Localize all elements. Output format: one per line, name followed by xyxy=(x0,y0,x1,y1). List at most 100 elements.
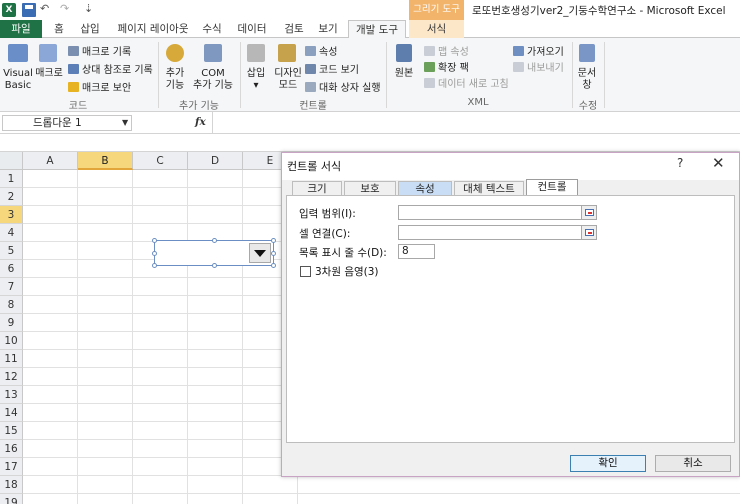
tab-properties[interactable]: 속성 xyxy=(398,181,452,195)
column-header[interactable]: C xyxy=(133,152,188,170)
row-header[interactable]: 18 xyxy=(0,476,23,494)
resize-handle[interactable] xyxy=(271,251,276,256)
resize-handle[interactable] xyxy=(212,238,217,243)
refresh-data-button[interactable]: 데이터 새로 고침 xyxy=(424,75,509,90)
row-header[interactable]: 16 xyxy=(0,440,23,458)
cell-link-field[interactable] xyxy=(398,225,582,240)
ok-button[interactable]: 확인 xyxy=(570,455,646,472)
resize-handle[interactable] xyxy=(152,238,157,243)
xml-export-button[interactable]: 내보내기 xyxy=(513,59,564,74)
document-panel-label-line2: 창 xyxy=(582,80,592,91)
row-header[interactable]: 19 xyxy=(0,494,23,504)
input-range-field[interactable] xyxy=(398,205,582,220)
redo-icon[interactable]: ↷ xyxy=(60,2,69,15)
name-box-dropdown-icon[interactable]: ▼ xyxy=(122,118,128,127)
ribbon-tab-row: 파일 홈 삽입 페이지 레이아웃 수식 데이터 검토 보기 개발 도구 서식 xyxy=(0,20,740,39)
insert-control-button[interactable]: 삽입 ▾ xyxy=(243,68,269,92)
column-header[interactable]: D xyxy=(188,152,243,170)
map-properties-button[interactable]: 맵 속성 xyxy=(424,43,469,58)
row-header[interactable]: 14 xyxy=(0,404,23,422)
help-icon[interactable]: ? xyxy=(677,156,683,170)
row-header[interactable]: 1 xyxy=(0,170,23,188)
cell-link-collapse-icon[interactable] xyxy=(581,225,597,240)
resize-handle[interactable] xyxy=(271,263,276,268)
row-header[interactable]: 8 xyxy=(0,296,23,314)
row-header[interactable]: 13 xyxy=(0,386,23,404)
properties-button[interactable]: 속성 xyxy=(305,43,337,58)
visual-basic-button[interactable]: Visual Basic xyxy=(2,68,34,92)
relative-reference-button[interactable]: 상대 참조로 기록 xyxy=(68,61,153,76)
tab-review[interactable]: 검토 xyxy=(280,20,308,38)
row-header[interactable]: 12 xyxy=(0,368,23,386)
document-panel-icon xyxy=(579,44,595,62)
properties-icon xyxy=(305,46,316,56)
save-icon[interactable] xyxy=(22,3,36,17)
tab-size[interactable]: 크기 xyxy=(292,181,342,195)
cancel-button[interactable]: 취소 xyxy=(655,455,731,472)
tab-insert[interactable]: 삽입 xyxy=(76,20,104,38)
tab-home[interactable]: 홈 xyxy=(48,20,70,38)
tab-protection[interactable]: 보호 xyxy=(344,181,396,195)
undo-icon[interactable]: ↶ xyxy=(40,2,49,15)
customize-quick-access-icon[interactable]: ⇣ xyxy=(84,2,93,15)
macros-button[interactable]: 매크로 xyxy=(34,68,64,80)
tab-control[interactable]: 컨트롤 xyxy=(526,179,578,195)
com-addins-label-line2: 추가 기능 xyxy=(193,80,233,91)
macro-icon xyxy=(39,44,57,62)
view-code-button[interactable]: 코드 보기 xyxy=(305,61,359,76)
row-header[interactable]: 10 xyxy=(0,332,23,350)
row-header[interactable]: 9 xyxy=(0,314,23,332)
xml-source-button[interactable]: 원본 xyxy=(390,68,418,80)
drop-down-lines-field[interactable]: 8 xyxy=(398,244,435,259)
tab-format[interactable]: 서식 xyxy=(409,20,464,38)
row-header[interactable]: 5 xyxy=(0,242,23,260)
macro-security-button[interactable]: 매크로 보안 xyxy=(68,79,131,94)
view-code-icon xyxy=(305,64,316,74)
row-header[interactable]: 2 xyxy=(0,188,23,206)
com-addins-button[interactable]: COM 추가 기능 xyxy=(190,68,236,92)
tab-developer[interactable]: 개발 도구 xyxy=(348,20,406,39)
document-panel-button[interactable]: 문서 창 xyxy=(574,68,600,92)
insert-function-icon[interactable]: fx xyxy=(195,116,206,128)
xml-import-label: 가져오기 xyxy=(527,47,564,58)
xml-import-button[interactable]: 가져오기 xyxy=(513,43,564,58)
resize-handle[interactable] xyxy=(212,263,217,268)
ribbon: Visual Basic 매크로 매크로 기록 상대 참조로 기록 매크로 보안… xyxy=(0,38,740,112)
select-all-corner[interactable] xyxy=(0,152,23,170)
combo-box-dropdown-icon[interactable] xyxy=(249,243,271,263)
row-header[interactable]: 6 xyxy=(0,260,23,278)
column-gridline xyxy=(242,170,243,504)
tab-page-layout[interactable]: 페이지 레이아웃 xyxy=(112,20,194,38)
row-header[interactable]: 15 xyxy=(0,422,23,440)
close-icon[interactable]: ✕ xyxy=(712,154,725,172)
tab-view[interactable]: 보기 xyxy=(314,20,342,38)
resize-handle[interactable] xyxy=(152,263,157,268)
name-box[interactable]: 드롭다운 1 xyxy=(2,115,132,131)
row-header[interactable]: 4 xyxy=(0,224,23,242)
tab-file[interactable]: 파일 xyxy=(0,20,42,38)
dialog-title: 컨트롤 서식 xyxy=(287,160,342,173)
row-gridline xyxy=(23,493,740,494)
addins-button[interactable]: 추가 기능 xyxy=(160,68,190,92)
formula-input[interactable] xyxy=(212,112,740,134)
combo-box-control[interactable] xyxy=(152,238,276,268)
tab-formulas[interactable]: 수식 xyxy=(198,20,226,38)
drop-down-lines-label: 목록 표시 줄 수(D): xyxy=(299,247,387,259)
expansion-packs-button[interactable]: 확장 팩 xyxy=(424,59,469,74)
row-header[interactable]: 7 xyxy=(0,278,23,296)
3d-shading-checkbox[interactable] xyxy=(300,266,311,277)
resize-handle[interactable] xyxy=(271,238,276,243)
run-dialog-button[interactable]: 대화 상자 실행 xyxy=(305,79,381,94)
record-macro-button[interactable]: 매크로 기록 xyxy=(68,43,131,58)
column-header[interactable]: B xyxy=(78,152,133,170)
input-range-collapse-icon[interactable] xyxy=(581,205,597,220)
design-mode-button[interactable]: 디자인 모드 xyxy=(272,68,304,92)
tab-data[interactable]: 데이터 xyxy=(234,20,270,38)
resize-handle[interactable] xyxy=(152,251,157,256)
design-mode-label-line1: 디자인 xyxy=(274,68,302,79)
tab-alt-text[interactable]: 대체 텍스트 xyxy=(454,181,524,195)
column-header[interactable]: A xyxy=(23,152,78,170)
row-header[interactable]: 17 xyxy=(0,458,23,476)
row-header[interactable]: 11 xyxy=(0,350,23,368)
row-header[interactable]: 3 xyxy=(0,206,23,224)
